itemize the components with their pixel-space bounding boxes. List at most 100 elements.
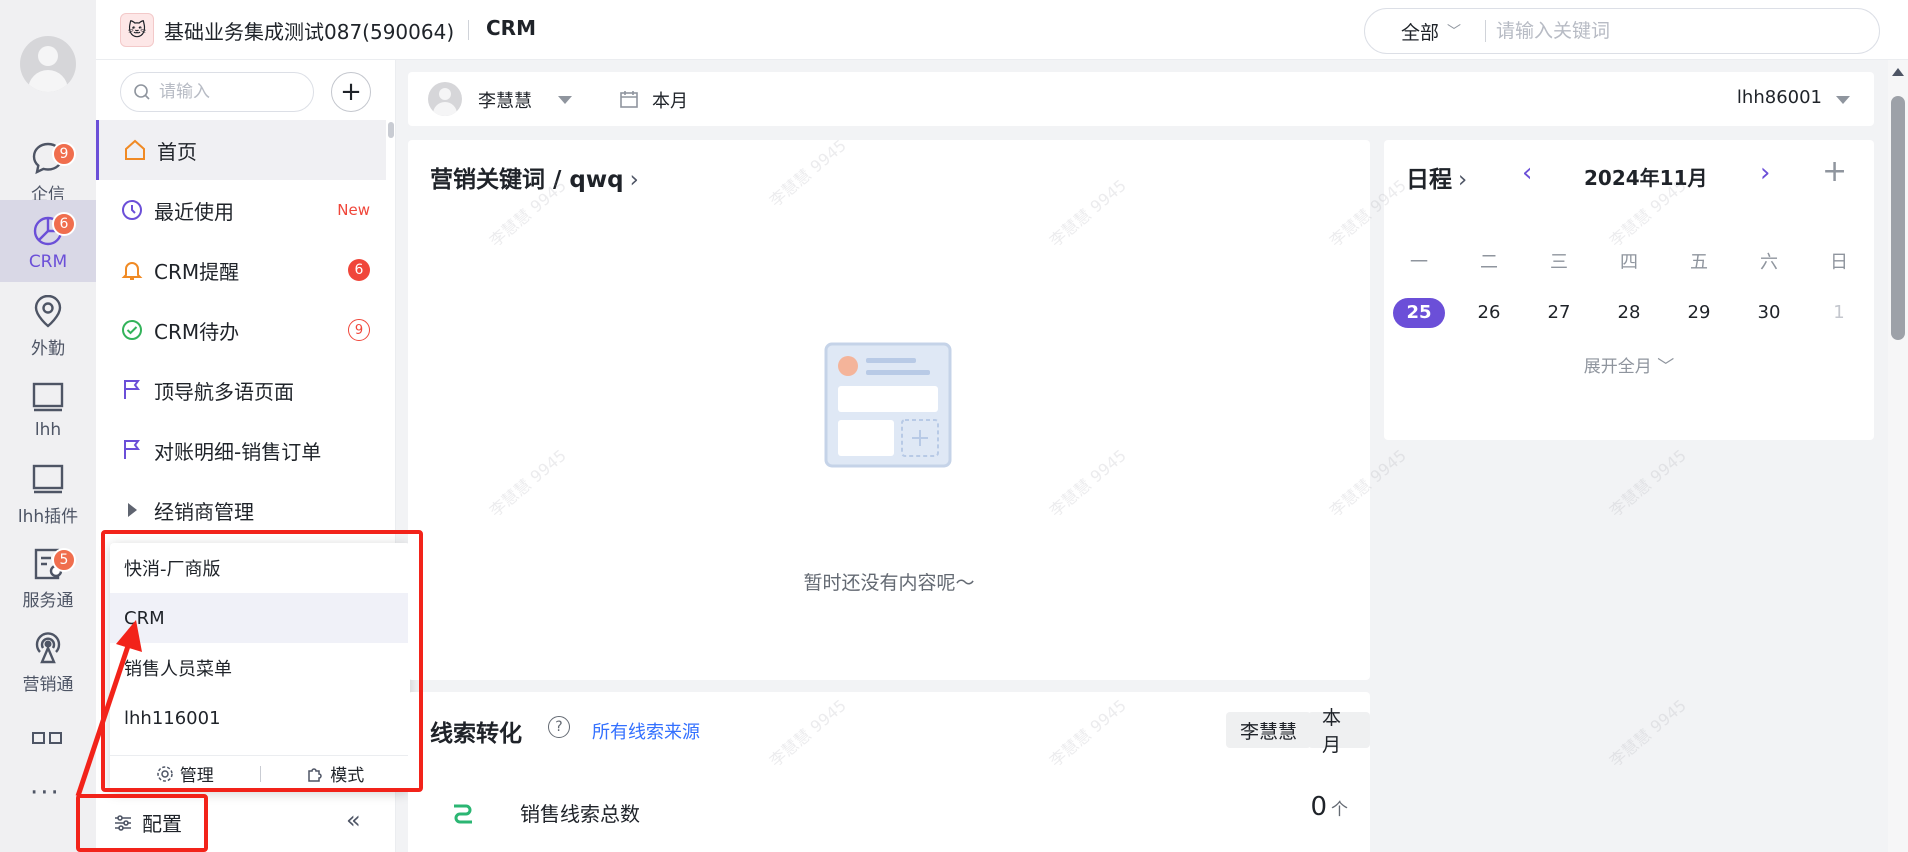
flag-icon [118,436,146,464]
rail-item-field[interactable]: 外勤 [0,284,96,366]
nav-item-dealer[interactable]: 经销商管理 [96,480,386,540]
weekday-header: 一 二 三 四 五 六 日 [1384,248,1874,274]
module-title: CRM [486,16,536,40]
calendar-day[interactable]: 27 [1524,298,1594,328]
manage-label: 管理 [179,766,214,786]
rail-label: lhh [34,420,62,440]
mode-button[interactable]: 模式 [261,761,411,786]
menu-option-fmcg[interactable]: 快消-厂商版 [110,543,410,593]
nav-item-label: 最近使用 [154,199,234,224]
divider [468,20,469,40]
page-scrollbar[interactable] [1888,60,1908,852]
global-search: 全部 ﹀ [1364,8,1880,54]
location-pin-icon [34,294,62,328]
calendar-day[interactable]: 30 [1734,298,1804,328]
card-title[interactable]: 日程 › [1406,160,1467,194]
period-filter[interactable]: 本月 [652,87,688,113]
chevron-right-icon: › [1458,167,1468,193]
user-chip[interactable]: 李慧慧 [1226,712,1312,748]
nav-item-home[interactable]: 首页 [96,120,386,180]
more-icon[interactable]: ··· [30,778,61,808]
nav-item-crm-todo[interactable]: CRM待办 9 [96,300,386,360]
nav-item-label: 经销商管理 [154,499,254,524]
monitor-icon [32,382,64,412]
period-chip[interactable]: 本月 [1308,707,1370,756]
add-schedule-button[interactable]: + [1822,154,1847,189]
add-button[interactable]: + [331,72,371,112]
rail-label: lhh插件 [17,506,79,527]
caret-down-icon[interactable] [1836,96,1850,104]
scroll-up-arrow-icon[interactable] [1892,68,1904,76]
menu-option-sales[interactable]: 销售人员菜单 [110,643,410,693]
calendar-day[interactable]: 1 [1804,298,1874,328]
calendar-day[interactable]: 26 [1454,298,1524,328]
nav-item-crm-reminder[interactable]: CRM提醒 6 [96,240,386,300]
lead-funnel-icon [454,804,472,824]
search-scope-select[interactable]: 全部 [1401,18,1439,45]
menu-option-crm[interactable]: CRM [110,593,410,643]
rail-item-lhh[interactable]: lhh [0,368,96,450]
home-icon [121,136,149,164]
metric-label: 销售线索总数 [520,802,640,826]
app-rail: 企信 9 CRM 6 外勤 lhh lhh插件 服务通 5 营销通 ··· [0,0,96,852]
menu-switch-popover: 快消-厂商版 CRM 销售人员菜单 lhh116001 管理 模式 [110,543,410,791]
puzzle-icon [308,767,322,782]
weekday-label: 三 [1550,252,1568,273]
collapse-nav-button[interactable]: « [346,806,361,834]
nav-item-label: 对账明细-销售订单 [154,439,322,464]
count-badge: 9 [348,319,370,341]
nav-search-input[interactable] [159,82,299,102]
broadcast-icon [35,631,61,663]
schedule-card: 日程 › ‹ 2024年11月 › + 一 二 三 四 五 六 日 25 26 2… [1384,140,1874,440]
main-content: 李慧慧 本月 lhh86001 营销关键词 / qwq › 暂时还没有内容呢～ 日… [396,60,1888,852]
expand-month-button[interactable]: 展开全月 ﹀ [1384,352,1874,377]
help-icon[interactable]: ? [548,716,570,738]
config-button[interactable]: 配置 [112,808,182,837]
current-month: 2024年11月 [1584,166,1708,190]
new-tag: New [337,201,370,219]
nav-item-label: CRM提醒 [154,259,240,284]
unread-badge: 5 [52,548,76,572]
scroll-thumb[interactable] [1891,96,1905,340]
nav-item-recent[interactable]: 最近使用 New [96,180,386,240]
weekday-label: 四 [1620,252,1638,273]
card-title[interactable]: 营销关键词 / qwq › [430,160,639,194]
lead-conversion-card: 线索转化 ? 所有线索来源 李慧慧 本月 销售线索总数 0个 [408,692,1370,852]
calendar-day-today[interactable]: 25 [1384,298,1454,328]
rail-item-marketing[interactable]: 营销通 [0,620,96,702]
nav-item-label: 顶导航多语页面 [154,379,294,404]
search-icon [134,84,150,100]
flag-icon [118,376,146,404]
company-name[interactable]: 基础业务集成测试087(590064) [164,16,454,45]
lead-source-link[interactable]: 所有线索来源 [592,718,700,744]
caret-down-icon[interactable] [558,96,572,104]
calendar-day[interactable]: 29 [1664,298,1734,328]
rail-item-lhh-plugin[interactable]: lhh插件 [0,452,96,534]
divider [1485,20,1487,42]
calendar-icon [620,91,638,108]
chevron-right-icon: › [629,167,639,193]
manage-button[interactable]: 管理 [110,761,260,786]
chevron-down-icon[interactable]: ﹀ [1447,21,1461,41]
calendar-day[interactable]: 28 [1594,298,1664,328]
prev-month-button[interactable]: ‹ [1522,158,1532,188]
search-input[interactable] [1496,20,1857,42]
menu-option-lhh116001[interactable]: lhh116001 [110,693,410,743]
rail-item-crm[interactable]: CRM 6 [0,200,96,282]
check-circle-icon [118,316,146,344]
weekday-label: 五 [1690,252,1708,273]
account-filter[interactable]: lhh86001 [1737,87,1822,108]
nav-scrollbar[interactable] [388,122,394,138]
next-month-button[interactable]: › [1760,158,1770,188]
nav-item-topnav-multilang[interactable]: 顶导航多语页面 [96,360,386,420]
user-filter[interactable]: 李慧慧 [478,87,532,113]
nav-item-label: 首页 [157,139,197,164]
card-title: 线索转化 [430,721,522,747]
apps-grid-icon[interactable] [32,732,64,748]
company-logo: 🐱 [120,13,154,47]
rail-label: 营销通 [22,674,74,695]
user-avatar[interactable] [20,36,76,92]
sliders-icon [115,814,131,831]
nav-item-reconciliation[interactable]: 对账明细-销售订单 [96,420,386,480]
rail-item-service[interactable]: 服务通 5 [0,536,96,618]
